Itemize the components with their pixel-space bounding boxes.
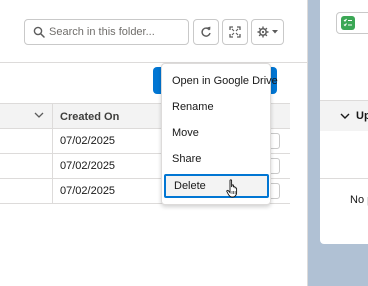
expand-icon — [229, 26, 241, 38]
empty-state-text: No p — [350, 194, 368, 206]
created-on-cell: 07/02/2025 — [60, 135, 116, 147]
checklist-icon — [341, 16, 355, 30]
menu-item-open-in-google-drive[interactable]: Open in Google Drive — [162, 69, 278, 93]
menu-item-move[interactable]: Move — [162, 121, 270, 145]
chevron-down-icon — [272, 30, 278, 34]
hand-pointer-icon — [226, 179, 238, 198]
menu-item-delete[interactable]: Delete — [164, 174, 269, 198]
expand-button[interactable] — [222, 19, 248, 45]
row-actions-menu: Open in Google Drive Rename Move Share D… — [161, 63, 278, 205]
chevron-down-icon — [340, 113, 350, 119]
refresh-icon — [201, 26, 211, 37]
created-on-cell: 07/02/2025 — [60, 160, 116, 172]
search-input[interactable]: Search in this folder... — [49, 26, 155, 38]
section-divider — [320, 178, 368, 179]
refresh-button[interactable] — [193, 19, 219, 45]
section-header[interactable]: Up — [320, 101, 368, 131]
settings-menu-button[interactable] — [251, 19, 284, 45]
column-divider — [52, 154, 53, 178]
toolbar: Search in this folder... — [0, 0, 308, 62]
menu-item-share[interactable]: Share — [162, 147, 270, 171]
column-divider — [52, 104, 53, 128]
search-icon — [33, 26, 45, 38]
search-box[interactable]: Search in this folder... — [24, 19, 189, 45]
created-on-cell: 07/02/2025 — [60, 185, 116, 197]
checklist-button[interactable] — [336, 12, 368, 34]
column-header-created-on[interactable]: Created On — [60, 111, 119, 123]
gear-icon — [257, 26, 269, 38]
section-title: Up — [356, 110, 368, 122]
column-divider — [52, 179, 53, 203]
column-divider — [52, 129, 53, 153]
side-panel: Up No p — [320, 0, 368, 244]
chevron-down-icon[interactable] — [34, 112, 44, 119]
menu-item-rename[interactable]: Rename — [162, 95, 270, 119]
